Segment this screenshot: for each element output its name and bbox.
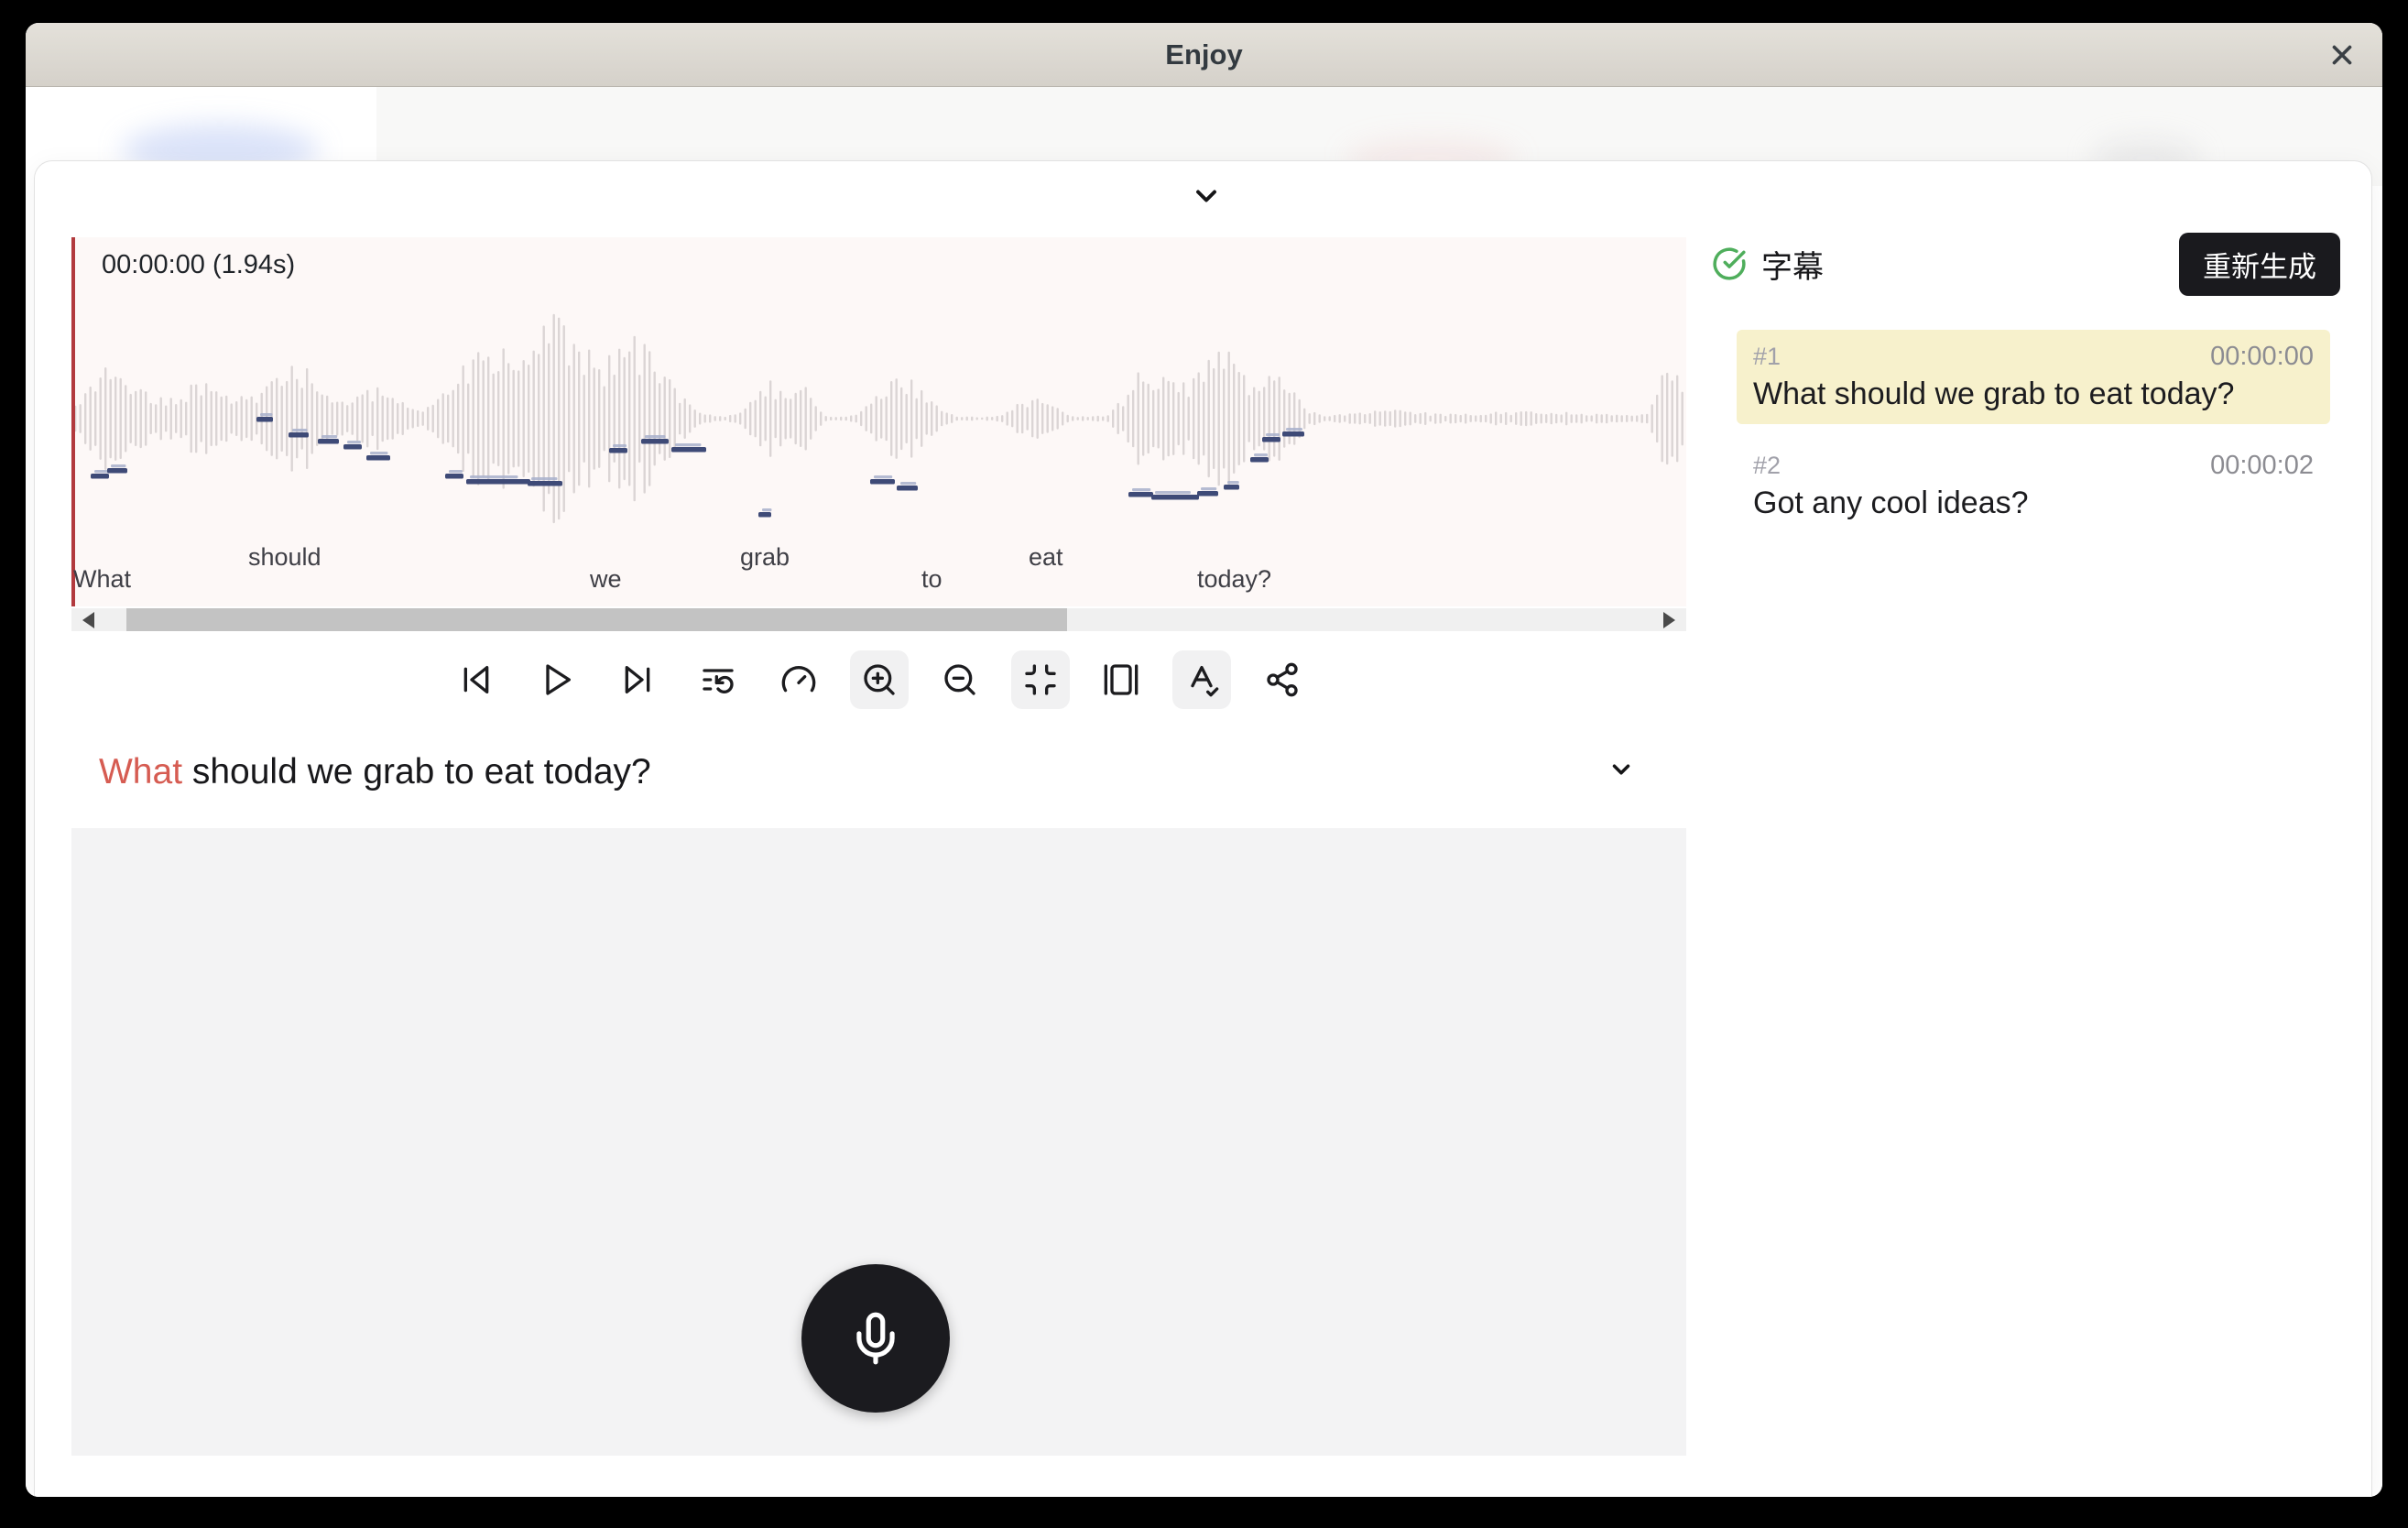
subtitle-index: #1 (1753, 343, 1781, 371)
zoom-out-icon (942, 661, 978, 698)
subtitle-timestamp: 00:00:02 (2210, 451, 2314, 481)
playhead (71, 237, 75, 606)
subtitle-list: #1 00:00:00 What should we grab to eat tod… (1737, 330, 2330, 533)
sentence-text: What should we grab to eat today? (99, 752, 651, 791)
gallery-horizontal-icon (1103, 661, 1139, 698)
sidebar-title: 字幕 (1761, 242, 1824, 287)
close-icon (2326, 39, 2358, 71)
waveform-word-label[interactable]: grab (740, 543, 790, 572)
regenerate-button[interactable]: 重新生成 (2179, 233, 2340, 296)
subtitle-index: #2 (1753, 452, 1781, 480)
subtitle-text: Got any cool ideas? (1753, 486, 2314, 521)
waveform-word-label[interactable]: What (73, 565, 131, 594)
subtitle-timestamp: 00:00:00 (2210, 342, 2314, 372)
app-window: Enjoy 00:00:00 (1.94s) What should we grab t… (26, 23, 2382, 1497)
check-circle-icon (1712, 246, 1747, 281)
gallery-horizontal-button[interactable] (1092, 650, 1150, 709)
chevron-down-icon (1607, 756, 1635, 783)
subtitle-item[interactable]: #1 00:00:00 What should we grab to eat tod… (1737, 330, 2330, 424)
scrollbar-thumb[interactable] (126, 608, 1067, 631)
playback-timestamp: 00:00:00 (1.94s) (102, 250, 295, 280)
waveform-word-label[interactable]: eat (1029, 543, 1063, 572)
minimize-button[interactable] (1011, 650, 1070, 709)
gauge-icon (780, 661, 817, 698)
window-title: Enjoy (26, 23, 2382, 87)
sentence-highlighted-word: What (99, 752, 182, 791)
zoom-in-icon (861, 661, 898, 698)
recording-panel (71, 828, 1686, 1456)
list-restart-button[interactable] (689, 650, 747, 709)
subtitle-sidebar: 字幕 重新生成 #1 00:00:00 What should we grab to… (1712, 232, 2340, 533)
waveform-word-label[interactable]: should (248, 543, 321, 572)
current-sentence-row: What should we grab to eat today? (99, 752, 1656, 807)
player-controls (71, 650, 1686, 709)
waveform-scrollbar[interactable] (71, 608, 1686, 631)
titlebar[interactable]: Enjoy (26, 23, 2382, 87)
list-restart-icon (700, 661, 736, 698)
chevron-down-icon (1190, 180, 1223, 213)
skip-forward-icon (619, 661, 656, 698)
sentence-rest: should we grab to eat today? (182, 752, 651, 791)
subtitle-meta: #1 00:00:00 (1753, 342, 2314, 372)
skip-back-icon (458, 661, 495, 698)
share-button[interactable] (1253, 650, 1312, 709)
skip-forward-button[interactable] (608, 650, 667, 709)
scroll-right-arrow[interactable] (1663, 612, 1675, 628)
subtitle-item[interactable]: #2 00:00:02 Got any cool ideas? (1737, 439, 2330, 533)
waveform-word-label[interactable]: to (921, 565, 942, 594)
waveform-word-label[interactable]: we (590, 565, 622, 594)
subtitle-meta: #2 00:00:02 (1753, 451, 2314, 481)
microphone-icon (847, 1310, 904, 1367)
share-icon (1264, 661, 1301, 698)
zoom-in-button[interactable] (850, 650, 909, 709)
play-button[interactable] (528, 650, 586, 709)
zoom-out-button[interactable] (931, 650, 989, 709)
close-button[interactable] (2322, 35, 2362, 75)
audio-detail-modal: 00:00:00 (1.94s) What should we grab to eat to… (34, 160, 2372, 1497)
window-content: 00:00:00 (1.94s) What should we grab to eat to… (26, 87, 2382, 1497)
subtitle-header: 字幕 重新生成 (1712, 232, 2340, 296)
collapse-modal-button[interactable] (1186, 172, 1226, 220)
spell-check-button[interactable] (1172, 650, 1231, 709)
minimize-icon (1022, 661, 1059, 698)
scroll-left-arrow[interactable] (82, 612, 94, 628)
play-icon (539, 661, 575, 698)
gauge-button[interactable] (769, 650, 828, 709)
skip-back-button[interactable] (447, 650, 506, 709)
waveform-panel[interactable]: 00:00:00 (1.94s) What should we grab to eat to… (71, 237, 1686, 606)
sentence-expand-button[interactable] (1601, 750, 1641, 791)
record-button[interactable] (801, 1264, 950, 1413)
spell-check-icon (1183, 661, 1220, 698)
waveform-word-label[interactable]: today? (1197, 565, 1271, 594)
subtitle-text: What should we grab to eat today? (1753, 377, 2314, 412)
